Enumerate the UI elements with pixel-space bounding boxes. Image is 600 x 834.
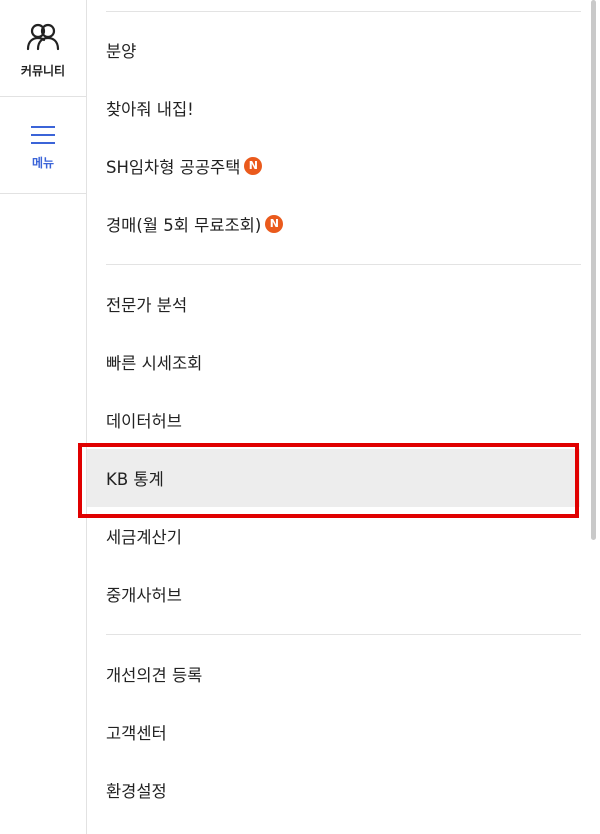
- menu-item-label: 개선의견 등록: [106, 666, 203, 685]
- menu-item-auction[interactable]: 경매(월 5회 무료조회) N: [87, 195, 580, 253]
- community-tab[interactable]: 커뮤니티: [0, 0, 86, 97]
- menu-item-broker-hub[interactable]: 중개사허브: [87, 565, 580, 623]
- menu-item-label: 데이터허브: [106, 412, 182, 431]
- menu-item-label: 전문가 분석: [106, 296, 188, 315]
- menu-item-label: KB 통계: [106, 470, 164, 489]
- menu-item-label: 세금계산기: [106, 528, 182, 547]
- community-label: 커뮤니티: [20, 64, 66, 78]
- menu-item-label: 분양: [106, 42, 137, 61]
- menu-item-data-hub[interactable]: 데이터허브: [87, 391, 580, 449]
- menu-item-find-my-home[interactable]: 찾아줘 내집!: [87, 79, 580, 137]
- menu-tab[interactable]: 메뉴: [0, 97, 86, 194]
- menu-item-feedback[interactable]: 개선의견 등록: [87, 645, 580, 703]
- community-icon: [26, 23, 60, 51]
- menu-item-label: 환경설정: [106, 782, 167, 801]
- menu-item-label: SH임차형 공공주택: [106, 158, 241, 177]
- menu-item-label: 경매(월 5회 무료조회): [106, 216, 262, 235]
- divider: [106, 634, 581, 635]
- menu-panel: 분양 찾아줘 내집! SH임차형 공공주택 N 경매(월 5회 무료조회) N …: [87, 0, 600, 834]
- menu-item-tax-calculator[interactable]: 세금계산기: [87, 507, 580, 565]
- menu-item-label-wrap: SH임차형 공공주택 N: [106, 154, 263, 178]
- divider: [106, 264, 581, 265]
- menu-item-quick-price[interactable]: 빠른 시세조회: [87, 333, 580, 391]
- menu-item-label-wrap: 경매(월 5회 무료조회) N: [106, 212, 284, 236]
- menu-item-expert-analysis[interactable]: 전문가 분석: [87, 275, 580, 333]
- hamburger-menu-icon: [31, 126, 55, 144]
- divider: [106, 11, 581, 12]
- menu-item-label: 중개사허브: [106, 586, 182, 605]
- menu-item-sh-public-housing[interactable]: SH임차형 공공주택 N: [87, 137, 580, 195]
- menu-item-customer-center[interactable]: 고객센터: [87, 703, 580, 761]
- menu-label: 메뉴: [31, 156, 55, 170]
- menu-item-label: 빠른 시세조회: [106, 354, 203, 373]
- new-badge: N: [244, 157, 263, 175]
- scrollbar[interactable]: [591, 0, 596, 540]
- menu-item-presale[interactable]: 분양: [87, 21, 580, 79]
- menu-item-kb-statistics[interactable]: KB 통계: [87, 449, 580, 507]
- menu-item-label: 고객센터: [106, 724, 167, 743]
- menu-item-settings[interactable]: 환경설정: [87, 761, 580, 819]
- menu-item-label: 찾아줘 내집!: [106, 100, 194, 119]
- left-rail: 커뮤니티 메뉴: [0, 0, 87, 834]
- new-badge: N: [265, 215, 284, 233]
